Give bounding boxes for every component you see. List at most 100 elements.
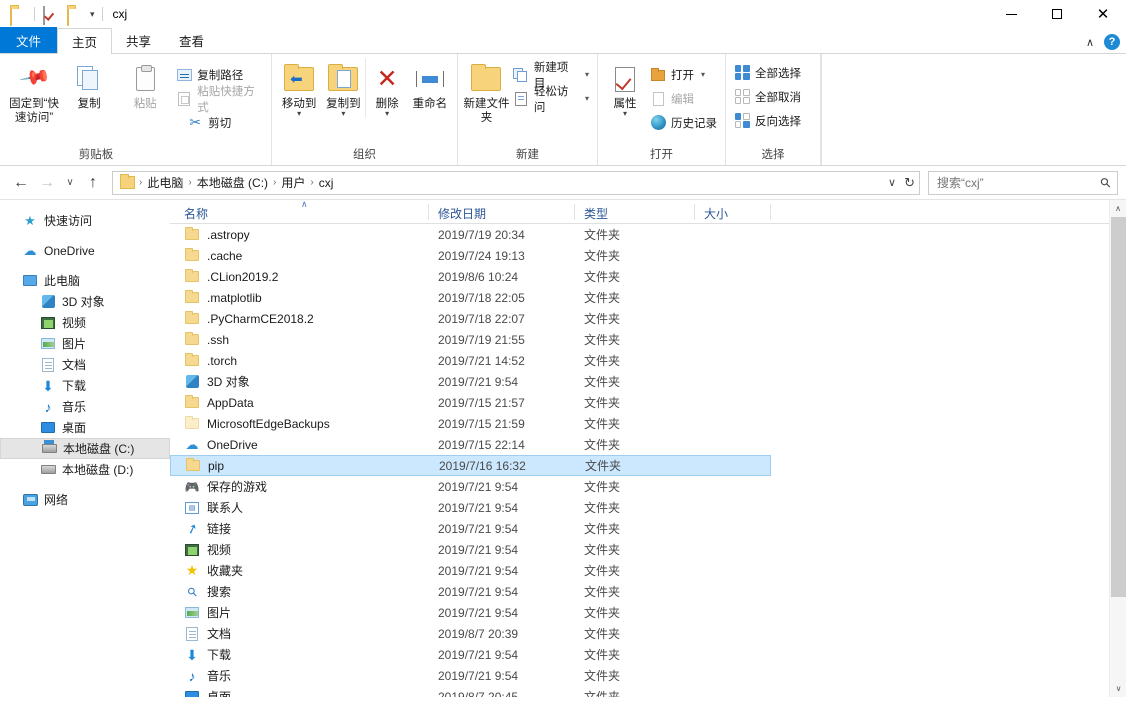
copy-button[interactable]: 复制 [61, 58, 117, 112]
sidebar-item-local-disk-c[interactable]: 本地磁盘 (C:) [0, 438, 170, 459]
tab-share[interactable]: 共享 [112, 27, 165, 53]
paste-button[interactable]: 粘贴 [117, 58, 173, 112]
column-divider-2[interactable] [574, 204, 575, 220]
sidebar-item-network[interactable]: 网络 [0, 489, 170, 510]
tab-home[interactable]: 主页 [57, 28, 113, 54]
search-icon: ⚲ [183, 583, 201, 600]
table-row[interactable]: 桌面 2019/8/7 20:45 文件夹 [170, 686, 1126, 697]
copy-to-caret-icon[interactable]: ▾ [341, 109, 345, 117]
column-header-date[interactable]: 修改日期 [438, 205, 486, 222]
table-row[interactable]: .PyCharmCE2018.2 2019/7/18 22:07 文件夹 [170, 308, 1126, 329]
select-none-button[interactable]: 全部取消 [731, 86, 804, 107]
sidebar-item-this-pc[interactable]: 此电脑 [0, 270, 170, 291]
scroll-down-button[interactable]: ∨ [1110, 680, 1126, 697]
column-header-type[interactable]: 类型 [584, 205, 608, 222]
table-row[interactable]: 文档 2019/8/7 20:39 文件夹 [170, 623, 1126, 644]
table-row[interactable]: MicrosoftEdgeBackups 2019/7/15 21:59 文件夹 [170, 413, 1126, 434]
breadcrumb-item-this-pc[interactable]: 此电脑 [143, 174, 187, 191]
table-row[interactable]: .ssh 2019/7/19 21:55 文件夹 [170, 329, 1126, 350]
table-row[interactable]: ♪ 音乐 2019/7/21 9:54 文件夹 [170, 665, 1126, 686]
forward-button[interactable]: → [34, 170, 60, 196]
minimize-button[interactable] [988, 0, 1034, 28]
address-history-caret-icon[interactable]: ∨ [888, 176, 896, 189]
sidebar-item-quick-access[interactable]: ★ 快速访问 [0, 210, 170, 231]
quick-access-folder-icon[interactable] [10, 6, 26, 26]
breadcrumb[interactable]: › 此电脑 › 本地磁盘 (C:) › 用户 › cxj ∨ ↻ [112, 170, 920, 195]
sidebar-item-3d-objects[interactable]: 3D 对象 [0, 291, 170, 312]
quick-access-properties-icon[interactable] [43, 6, 59, 25]
sidebar-item-pictures[interactable]: 图片 [0, 333, 170, 354]
easy-access-caret-icon[interactable]: ▾ [585, 94, 589, 103]
scroll-up-button[interactable]: ∧ [1110, 200, 1126, 217]
table-row[interactable]: 视频 2019/7/21 9:54 文件夹 [170, 539, 1126, 560]
table-row[interactable]: .CLion2019.2 2019/8/6 10:24 文件夹 [170, 266, 1126, 287]
table-row[interactable]: ➚ 链接 2019/7/21 9:54 文件夹 [170, 518, 1126, 539]
paste-shortcut-button[interactable]: 粘贴快捷方式 [173, 86, 266, 114]
delete-caret-icon[interactable]: ▾ [385, 109, 389, 117]
maximize-button[interactable] [1034, 0, 1080, 28]
table-row[interactable]: ⚲ 搜索 2019/7/21 9:54 文件夹 [170, 581, 1126, 602]
open-button[interactable]: 打开 ▾ [647, 64, 720, 85]
breadcrumb-item-cxj[interactable]: cxj [315, 176, 338, 190]
close-button[interactable]: ✕ [1080, 0, 1126, 28]
vertical-scrollbar[interactable]: ∧ ∨ [1109, 200, 1126, 697]
edit-button[interactable]: 编辑 [647, 88, 720, 109]
sidebar-item-documents[interactable]: 文档 [0, 354, 170, 375]
sidebar-item-onedrive[interactable]: ☁ OneDrive [0, 240, 170, 261]
table-row[interactable]: 3D 对象 2019/7/21 9:54 文件夹 [170, 371, 1126, 392]
table-row[interactable]: AppData 2019/7/15 21:57 文件夹 [170, 392, 1126, 413]
column-divider-4[interactable] [770, 204, 771, 220]
invert-selection-button[interactable]: 反向选择 [731, 110, 804, 131]
sidebar-item-music[interactable]: ♪ 音乐 [0, 396, 170, 417]
history-button[interactable]: 历史记录 [647, 112, 720, 133]
delete-button[interactable]: ✕ 删除 ▾ [365, 58, 407, 117]
table-row[interactable]: 图片 2019/7/21 9:54 文件夹 [170, 602, 1126, 623]
table-row[interactable]: 🎮 保存的游戏 2019/7/21 9:54 文件夹 [170, 476, 1126, 497]
properties-caret-icon[interactable]: ▾ [623, 109, 627, 117]
new-item-caret-icon[interactable]: ▾ [585, 70, 589, 79]
table-row[interactable]: .astropy 2019/7/19 20:34 文件夹 [170, 224, 1126, 245]
scrollbar-thumb[interactable] [1111, 217, 1126, 597]
easy-access-button[interactable]: 轻松访问 ▾ [510, 86, 592, 114]
properties-button[interactable]: 属性 ▾ [603, 58, 647, 117]
column-divider-1[interactable] [428, 204, 429, 220]
column-divider-3[interactable] [694, 204, 695, 220]
sidebar-item-local-disk-d[interactable]: 本地磁盘 (D:) [0, 459, 170, 480]
tab-file[interactable]: 文件 [0, 27, 58, 53]
sidebar-item-videos[interactable]: 视频 [0, 312, 170, 333]
column-header-size[interactable]: 大小 [704, 205, 728, 222]
move-to-button[interactable]: ⬅ 移动到 ▾ [277, 58, 321, 117]
table-row[interactable]: .torch 2019/7/21 14:52 文件夹 [170, 350, 1126, 371]
breadcrumb-item-local-disk-c[interactable]: 本地磁盘 (C:) [193, 174, 272, 191]
search-box[interactable]: ⚲ [928, 170, 1118, 195]
cut-button[interactable]: ✂ 剪切 [173, 112, 266, 133]
move-to-caret-icon[interactable]: ▾ [297, 109, 301, 117]
table-row[interactable]: ▤ 联系人 2019/7/21 9:54 文件夹 [170, 497, 1126, 518]
table-row[interactable]: ☁ OneDrive 2019/7/15 22:14 文件夹 [170, 434, 1126, 455]
select-all-button[interactable]: 全部选择 [731, 62, 804, 83]
pin-to-quick-access-button[interactable]: 📌 固定到“快速访问” [7, 58, 61, 125]
new-folder-button[interactable]: 新建文件夹 [463, 58, 510, 125]
refresh-icon[interactable]: ↻ [904, 175, 915, 191]
back-button[interactable]: ← [8, 170, 34, 196]
up-button[interactable]: ↑ [80, 170, 106, 196]
quick-access-dropdown-caret-icon[interactable]: ▾ [90, 9, 95, 19]
copy-to-button[interactable]: 复制到 ▾ [321, 58, 365, 117]
rename-button[interactable]: 重命名 [408, 58, 452, 112]
help-icon[interactable]: ? [1104, 34, 1120, 50]
recent-locations-button[interactable]: ∨ [60, 170, 80, 196]
collapse-ribbon-icon[interactable]: ∧ [1086, 36, 1094, 49]
breadcrumb-item-users[interactable]: 用户 [277, 174, 309, 191]
open-caret-icon[interactable]: ▾ [701, 70, 705, 79]
quick-access-new-folder-icon[interactable] [67, 6, 83, 26]
table-row[interactable]: ★ 收藏夹 2019/7/21 9:54 文件夹 [170, 560, 1126, 581]
table-row[interactable]: .cache 2019/7/24 19:13 文件夹 [170, 245, 1126, 266]
sidebar-item-desktop[interactable]: 桌面 [0, 417, 170, 438]
search-input[interactable] [935, 174, 1111, 191]
tab-view[interactable]: 查看 [165, 27, 218, 53]
column-header-name[interactable]: 名称 [184, 205, 208, 222]
table-row[interactable]: ⬇ 下载 2019/7/21 9:54 文件夹 [170, 644, 1126, 665]
sidebar-item-downloads[interactable]: ⬇ 下载 [0, 375, 170, 396]
table-row[interactable]: .matplotlib 2019/7/18 22:05 文件夹 [170, 287, 1126, 308]
table-row[interactable]: pip 2019/7/16 16:32 文件夹 [170, 455, 771, 476]
